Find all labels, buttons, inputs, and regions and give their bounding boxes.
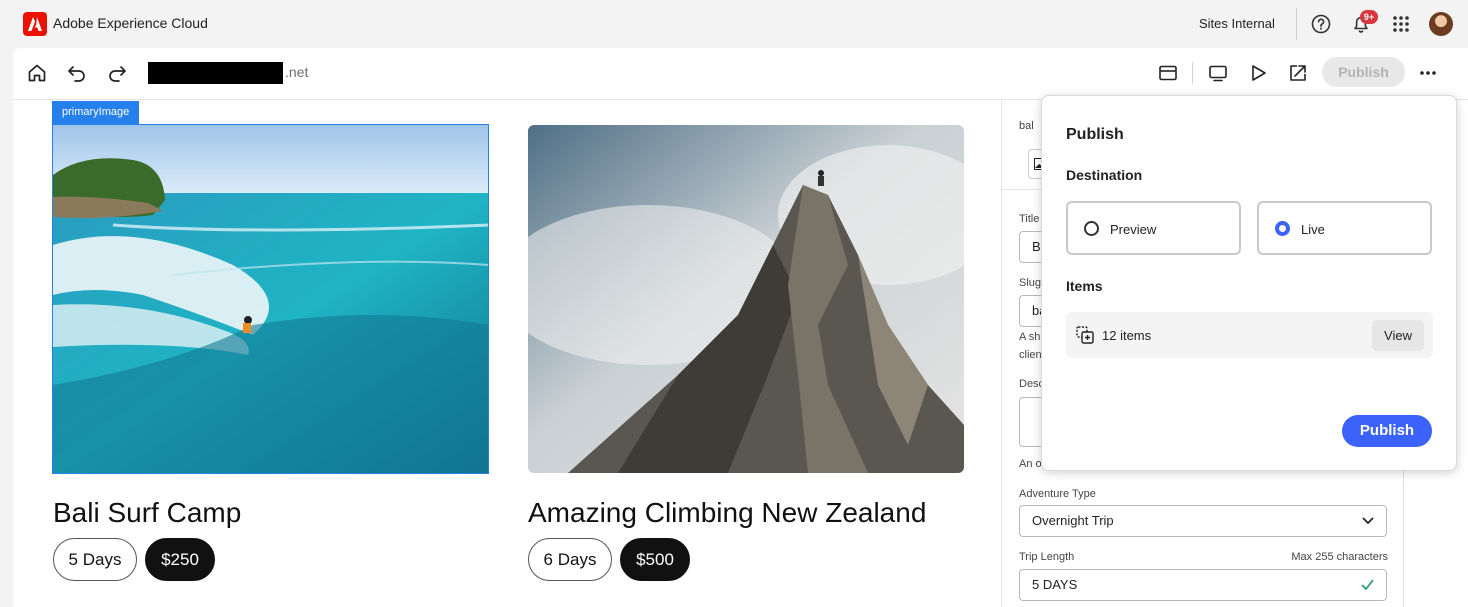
publish-dialog-title: Publish	[1066, 126, 1124, 143]
redo-icon[interactable]	[106, 62, 128, 84]
price-pill: $500	[620, 538, 690, 581]
page-canvas: primaryImage Bali Surf Camp 5 Days $250 …	[13, 101, 1001, 607]
app-title: Adobe Experience Cloud	[53, 15, 208, 31]
radio-button-selected[interactable]	[1275, 221, 1290, 236]
duration-pill: 5 Days	[53, 538, 137, 581]
card-title: Amazing Climbing New Zealand	[528, 497, 927, 528]
card-image-climbing[interactable]	[528, 125, 964, 473]
title-label: Title	[1019, 213, 1040, 225]
card-image-surf[interactable]	[53, 125, 489, 473]
items-summary: 12 items View	[1066, 312, 1433, 358]
properties-header: bal	[1019, 120, 1034, 132]
slug-help-line-1: A sh	[1019, 331, 1041, 343]
duration-pill: 6 Days	[528, 538, 612, 581]
shell-divider	[1296, 8, 1297, 40]
toolbar-divider	[1192, 62, 1193, 84]
play-icon[interactable]	[1247, 62, 1269, 84]
items-label: Items	[1066, 278, 1103, 294]
avatar[interactable]	[1429, 12, 1453, 36]
shell-bar: Adobe Experience Cloud Sites Internal 9+	[0, 0, 1468, 48]
page-url-suffix: .net	[285, 64, 309, 80]
trip-length-field[interactable]: 5 DAYS	[1019, 569, 1387, 601]
help-icon[interactable]	[1309, 12, 1333, 36]
trip-length-value: 5 DAYS	[1032, 577, 1078, 592]
items-copy-icon	[1076, 326, 1094, 344]
open-external-icon[interactable]	[1287, 62, 1309, 84]
notification-badge: 9+	[1360, 10, 1378, 24]
slug-help-line-2: clien	[1019, 349, 1042, 361]
trip-length-label: Trip Length	[1019, 551, 1075, 563]
publish-button[interactable]: Publish	[1342, 415, 1432, 447]
selected-component-label: primaryImage	[52, 101, 140, 124]
undo-icon[interactable]	[66, 62, 88, 84]
card-title: Bali Surf Camp	[53, 497, 242, 528]
adventure-card[interactable]: Amazing Climbing New Zealand 6 Days $500	[528, 125, 964, 581]
home-icon[interactable]	[26, 62, 48, 84]
editor-toolbar: .net Publish	[13, 48, 1468, 100]
radio-label: Preview	[1110, 222, 1157, 237]
toolbar-publish-button[interactable]: Publish	[1322, 57, 1405, 87]
org-switcher[interactable]: Sites Internal	[1199, 16, 1275, 31]
description-help: An o	[1019, 458, 1042, 470]
trip-length-counter: Max 255 characters	[1291, 551, 1388, 563]
adventure-card[interactable]: Bali Surf Camp 5 Days $250	[53, 125, 489, 581]
destination-label: Destination	[1066, 167, 1143, 183]
destination-option-live[interactable]: Live	[1257, 201, 1432, 255]
radio-button[interactable]	[1084, 221, 1099, 236]
adventure-type-label: Adventure Type	[1019, 488, 1096, 500]
more-icon[interactable]	[1417, 62, 1439, 84]
destination-option-preview[interactable]: Preview	[1066, 201, 1241, 255]
chevron-down-icon	[1362, 517, 1374, 525]
redacted-url	[148, 62, 283, 84]
radio-label: Live	[1301, 222, 1325, 237]
adobe-logo[interactable]	[23, 12, 47, 36]
slug-label: Slug	[1019, 277, 1042, 289]
apps-grid-icon[interactable]	[1389, 12, 1413, 36]
checkmark-icon	[1361, 579, 1374, 590]
items-count: 12 items	[1102, 328, 1152, 343]
price-pill: $250	[145, 538, 215, 581]
view-items-button[interactable]: View	[1372, 320, 1424, 351]
properties-panel-icon[interactable]	[1157, 62, 1179, 84]
desktop-preview-icon[interactable]	[1207, 62, 1229, 84]
adventure-type-select[interactable]: Overnight Trip	[1019, 505, 1387, 537]
adventure-type-value: Overnight Trip	[1032, 513, 1114, 528]
publish-popover: Publish Destination Preview Live Items 1…	[1041, 95, 1457, 471]
